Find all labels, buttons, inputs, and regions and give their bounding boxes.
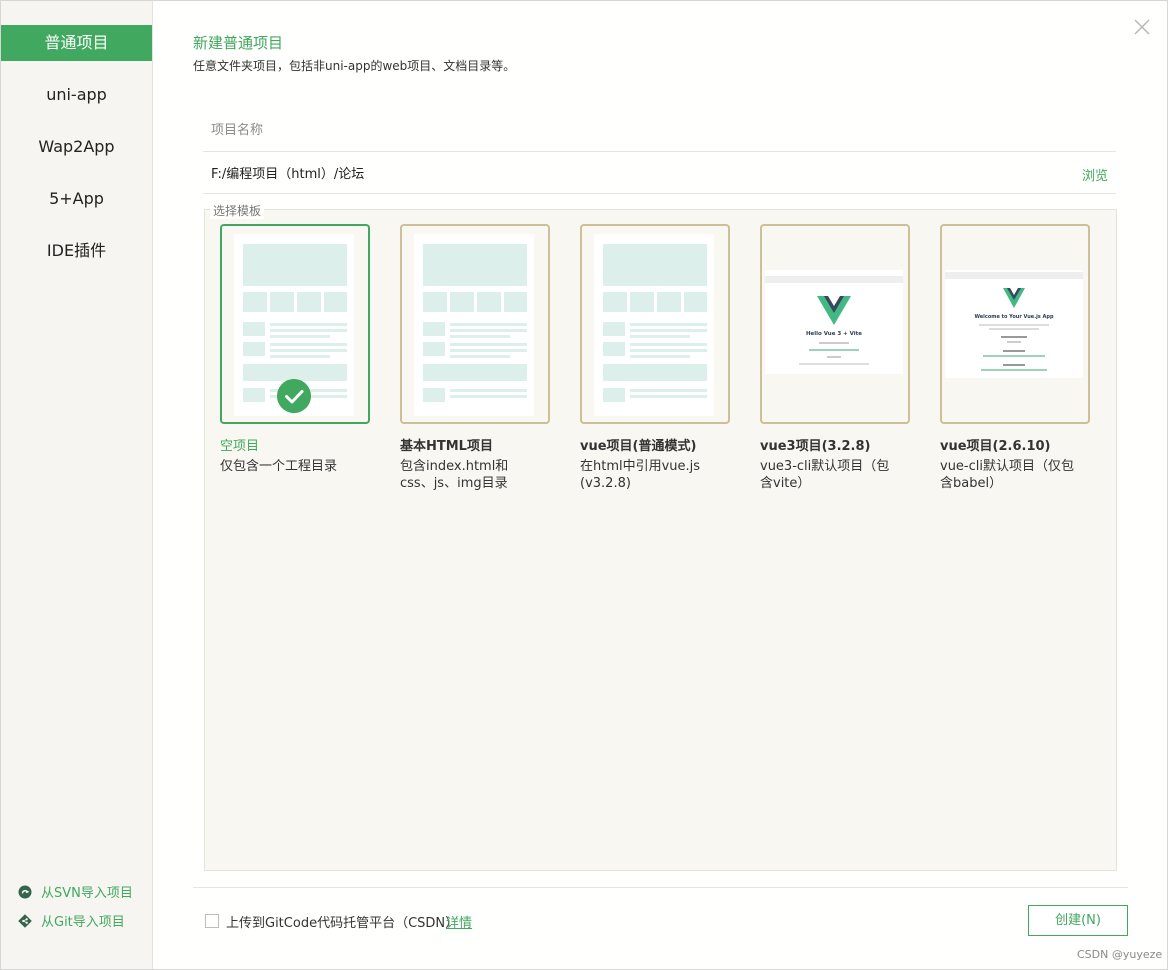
vue2-thumb-title: Welcome to Your Vue.js App xyxy=(974,314,1054,320)
import-from-git-link[interactable]: 从Git导入项目 xyxy=(18,911,125,930)
create-button[interactable]: 创建(N) xyxy=(1028,905,1128,936)
template-name: vue项目(2.6.10) xyxy=(940,439,1051,454)
page-title: 新建普通项目 xyxy=(193,34,284,52)
selected-check-icon xyxy=(277,379,311,413)
sidebar-item-uni-app[interactable]: uni-app xyxy=(1,77,152,113)
template-thumbnail xyxy=(220,224,370,424)
template-panel-legend: 选择模板 xyxy=(210,202,265,219)
watermark: CSDN @yuyeze xyxy=(1077,948,1163,961)
template-description: 在html中引用vue.js (v3.2.8) xyxy=(580,459,701,491)
template-card-vue3[interactable]: Hello Vue 3 + Vite vue3项目(3.2.8) vue3-cl… xyxy=(760,224,910,492)
template-name: vue项目(普通模式) xyxy=(580,439,697,454)
template-name: 基本HTML项目 xyxy=(400,439,493,454)
vue2-app-screenshot: Welcome to Your Vue.js App xyxy=(945,270,1083,378)
template-name: vue3项目(3.2.8) xyxy=(760,439,871,454)
template-description: 仅包含一个工程目录 xyxy=(220,459,338,474)
vue3-thumb-title: Hello Vue 3 + Vite xyxy=(806,331,862,337)
import-git-label: 从Git导入项目 xyxy=(41,915,125,930)
sidebar-item-normal-project[interactable]: 普通项目 xyxy=(1,25,152,61)
wireframe-page-icon xyxy=(414,234,534,416)
template-description: vue3-cli默认项目（包含vite） xyxy=(760,459,890,491)
project-name-input[interactable] xyxy=(211,118,1071,142)
vue3-app-screenshot: Hello Vue 3 + Vite xyxy=(765,270,903,374)
vue-logo-icon xyxy=(1003,288,1025,308)
wireframe-page-icon xyxy=(594,234,714,416)
close-icon[interactable] xyxy=(1132,17,1152,37)
project-path-row: 浏览 xyxy=(203,151,1116,194)
template-thumbnail xyxy=(400,224,550,424)
sidebar-item-5plusapp[interactable]: 5+App xyxy=(1,181,152,217)
new-project-dialog: 普通项目 uni-app Wap2App 5+App IDE插件 从SVN导入项… xyxy=(0,0,1168,970)
browse-button[interactable]: 浏览 xyxy=(1082,165,1108,184)
template-card-vue2[interactable]: Welcome to Your Vue.js App vue项目(2.6.10)… xyxy=(940,224,1090,492)
template-thumbnail: Hello Vue 3 + Vite xyxy=(760,224,910,424)
sidebar: 普通项目 uni-app Wap2App 5+App IDE插件 从SVN导入项… xyxy=(1,1,153,969)
template-card-vue-normal[interactable]: vue项目(普通模式) 在html中引用vue.js (v3.2.8) xyxy=(580,224,730,492)
upload-gitcode-label: 上传到GitCode代码托管平台（CSDN） xyxy=(226,916,459,931)
template-description: 包含index.html和css、js、img目录 xyxy=(400,459,509,491)
template-thumbnail xyxy=(580,224,730,424)
vue-logo-icon xyxy=(817,296,851,325)
svn-icon xyxy=(18,885,32,898)
import-svn-label: 从SVN导入项目 xyxy=(41,886,133,901)
template-name: 空项目 xyxy=(220,439,260,454)
details-link[interactable]: 详情 xyxy=(446,912,472,931)
footer-divider xyxy=(193,887,1128,888)
template-card-basic-html[interactable]: 基本HTML项目 包含index.html和css、js、img目录 xyxy=(400,224,550,492)
git-icon xyxy=(18,913,32,928)
template-thumbnail: Welcome to Your Vue.js App xyxy=(940,224,1090,424)
project-name-row xyxy=(203,109,1116,152)
upload-gitcode-checkbox[interactable] xyxy=(205,914,219,928)
page-subtitle: 任意文件夹项目，包括非uni-app的web项目、文档目录等。 xyxy=(193,59,516,73)
template-description: vue-cli默认项目（仅包含babel） xyxy=(940,459,1074,491)
sidebar-item-ide-plugin[interactable]: IDE插件 xyxy=(1,233,152,269)
project-path-input[interactable] xyxy=(211,160,1071,184)
sidebar-item-wap2app[interactable]: Wap2App xyxy=(1,129,152,165)
template-card-empty[interactable]: 空项目 仅包含一个工程目录 xyxy=(220,224,370,475)
import-from-svn-link[interactable]: 从SVN导入项目 xyxy=(18,882,133,901)
